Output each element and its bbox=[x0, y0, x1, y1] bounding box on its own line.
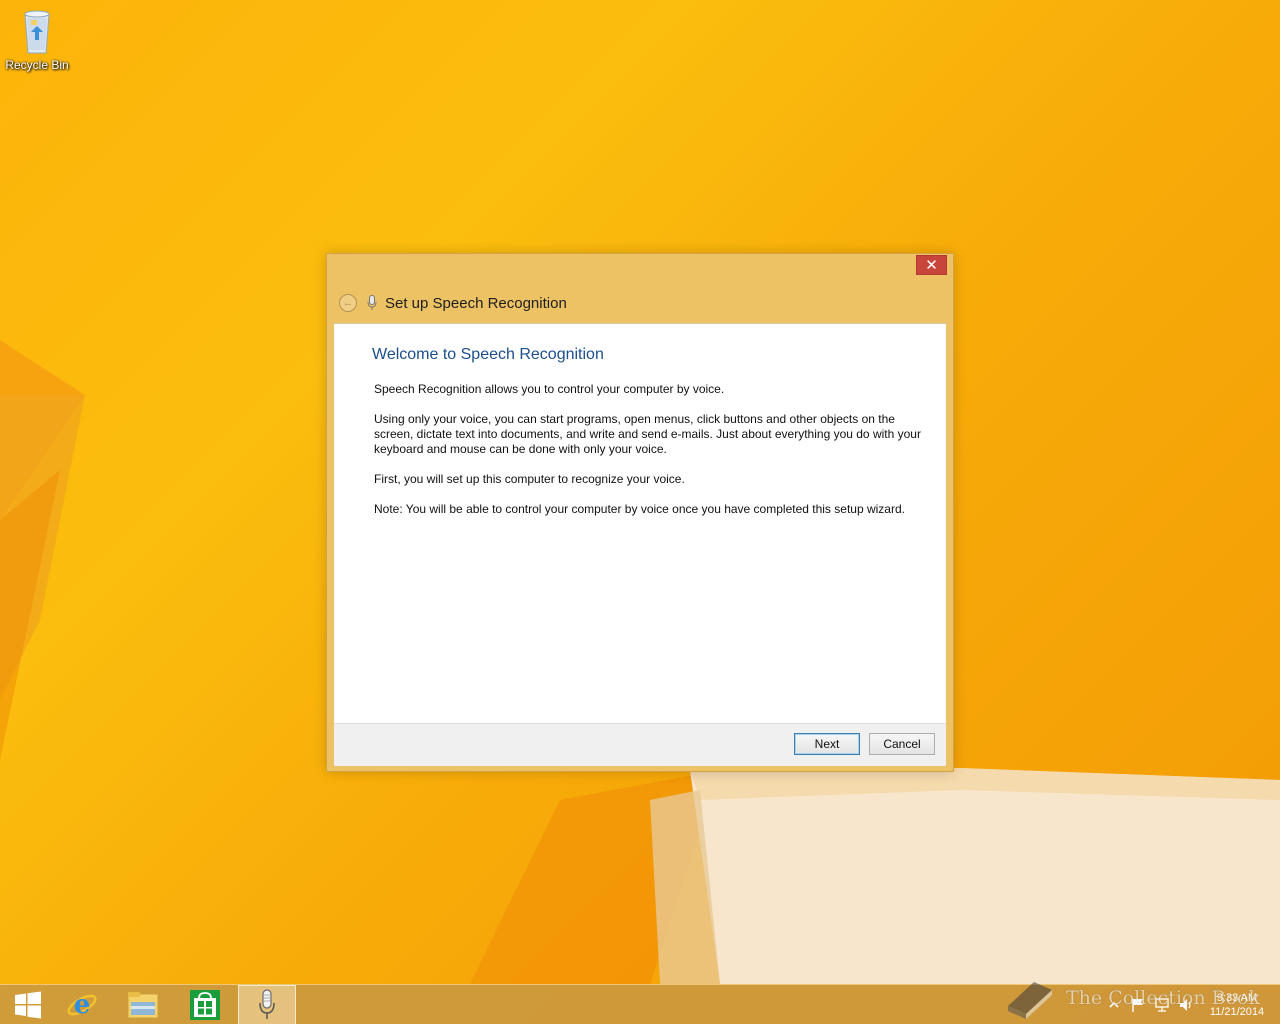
microphone-icon bbox=[259, 989, 275, 1019]
next-button[interactable]: Next bbox=[794, 733, 860, 755]
network-icon[interactable] bbox=[1154, 997, 1170, 1013]
note-paragraph: Note: You will be able to control your c… bbox=[374, 502, 905, 516]
svg-text:e: e bbox=[74, 990, 91, 1020]
action-center-flag-icon[interactable] bbox=[1130, 997, 1146, 1013]
close-button[interactable]: ✕ bbox=[916, 255, 947, 275]
store-icon bbox=[190, 990, 220, 1020]
show-hidden-icons-icon[interactable] bbox=[1106, 997, 1122, 1013]
welcome-heading: Welcome to Speech Recognition bbox=[372, 346, 604, 363]
taskbar-speech-recognition[interactable] bbox=[238, 985, 296, 1024]
taskbar: e 9:33 AM 11/21/2014 bbox=[0, 984, 1280, 1024]
start-button[interactable] bbox=[0, 985, 56, 1024]
recycle-bin-desktop-icon[interactable]: Recycle Bin bbox=[4, 6, 70, 72]
intro-paragraph: Speech Recognition allows you to control… bbox=[374, 382, 725, 396]
clock-date: 11/21/2014 bbox=[1209, 1006, 1265, 1018]
taskbar-internet-explorer[interactable]: e bbox=[54, 985, 110, 1024]
back-button[interactable]: ← bbox=[339, 294, 357, 312]
first-step-paragraph: First, you will set up this computer to … bbox=[374, 472, 685, 486]
system-tray: 9:33 AM 11/21/2014 bbox=[1102, 985, 1280, 1024]
cancel-button[interactable]: Cancel bbox=[869, 733, 935, 755]
wizard-title: Set up Speech Recognition bbox=[385, 294, 567, 312]
description-paragraph: Using only your voice, you can start pro… bbox=[374, 412, 921, 456]
microphone-icon bbox=[367, 295, 377, 310]
recycle-bin-icon bbox=[24, 10, 50, 54]
internet-explorer-icon: e bbox=[67, 990, 97, 1020]
wizard-content: Welcome to Speech Recognition Speech Rec… bbox=[334, 323, 946, 724]
desktop: Recycle Bin ✕ ← Set up Speech Recognitio… bbox=[0, 0, 1280, 1024]
wizard-footer: Next Cancel bbox=[334, 723, 946, 766]
windows-start-icon bbox=[15, 991, 41, 1019]
clock[interactable]: 9:33 AM 11/21/2014 bbox=[1202, 991, 1272, 1019]
taskbar-store[interactable] bbox=[177, 985, 233, 1024]
speech-recognition-wizard: ✕ ← Set up Speech Recognition Welcome to… bbox=[326, 253, 954, 772]
file-explorer-icon bbox=[127, 992, 159, 1019]
recycle-bin-label: Recycle Bin bbox=[5, 58, 69, 72]
taskbar-file-explorer[interactable] bbox=[115, 985, 171, 1024]
volume-icon[interactable] bbox=[1178, 997, 1194, 1013]
wizard-nav: ← Set up Speech Recognition bbox=[339, 292, 567, 314]
clock-time: 9:33 AM bbox=[1216, 992, 1258, 1004]
